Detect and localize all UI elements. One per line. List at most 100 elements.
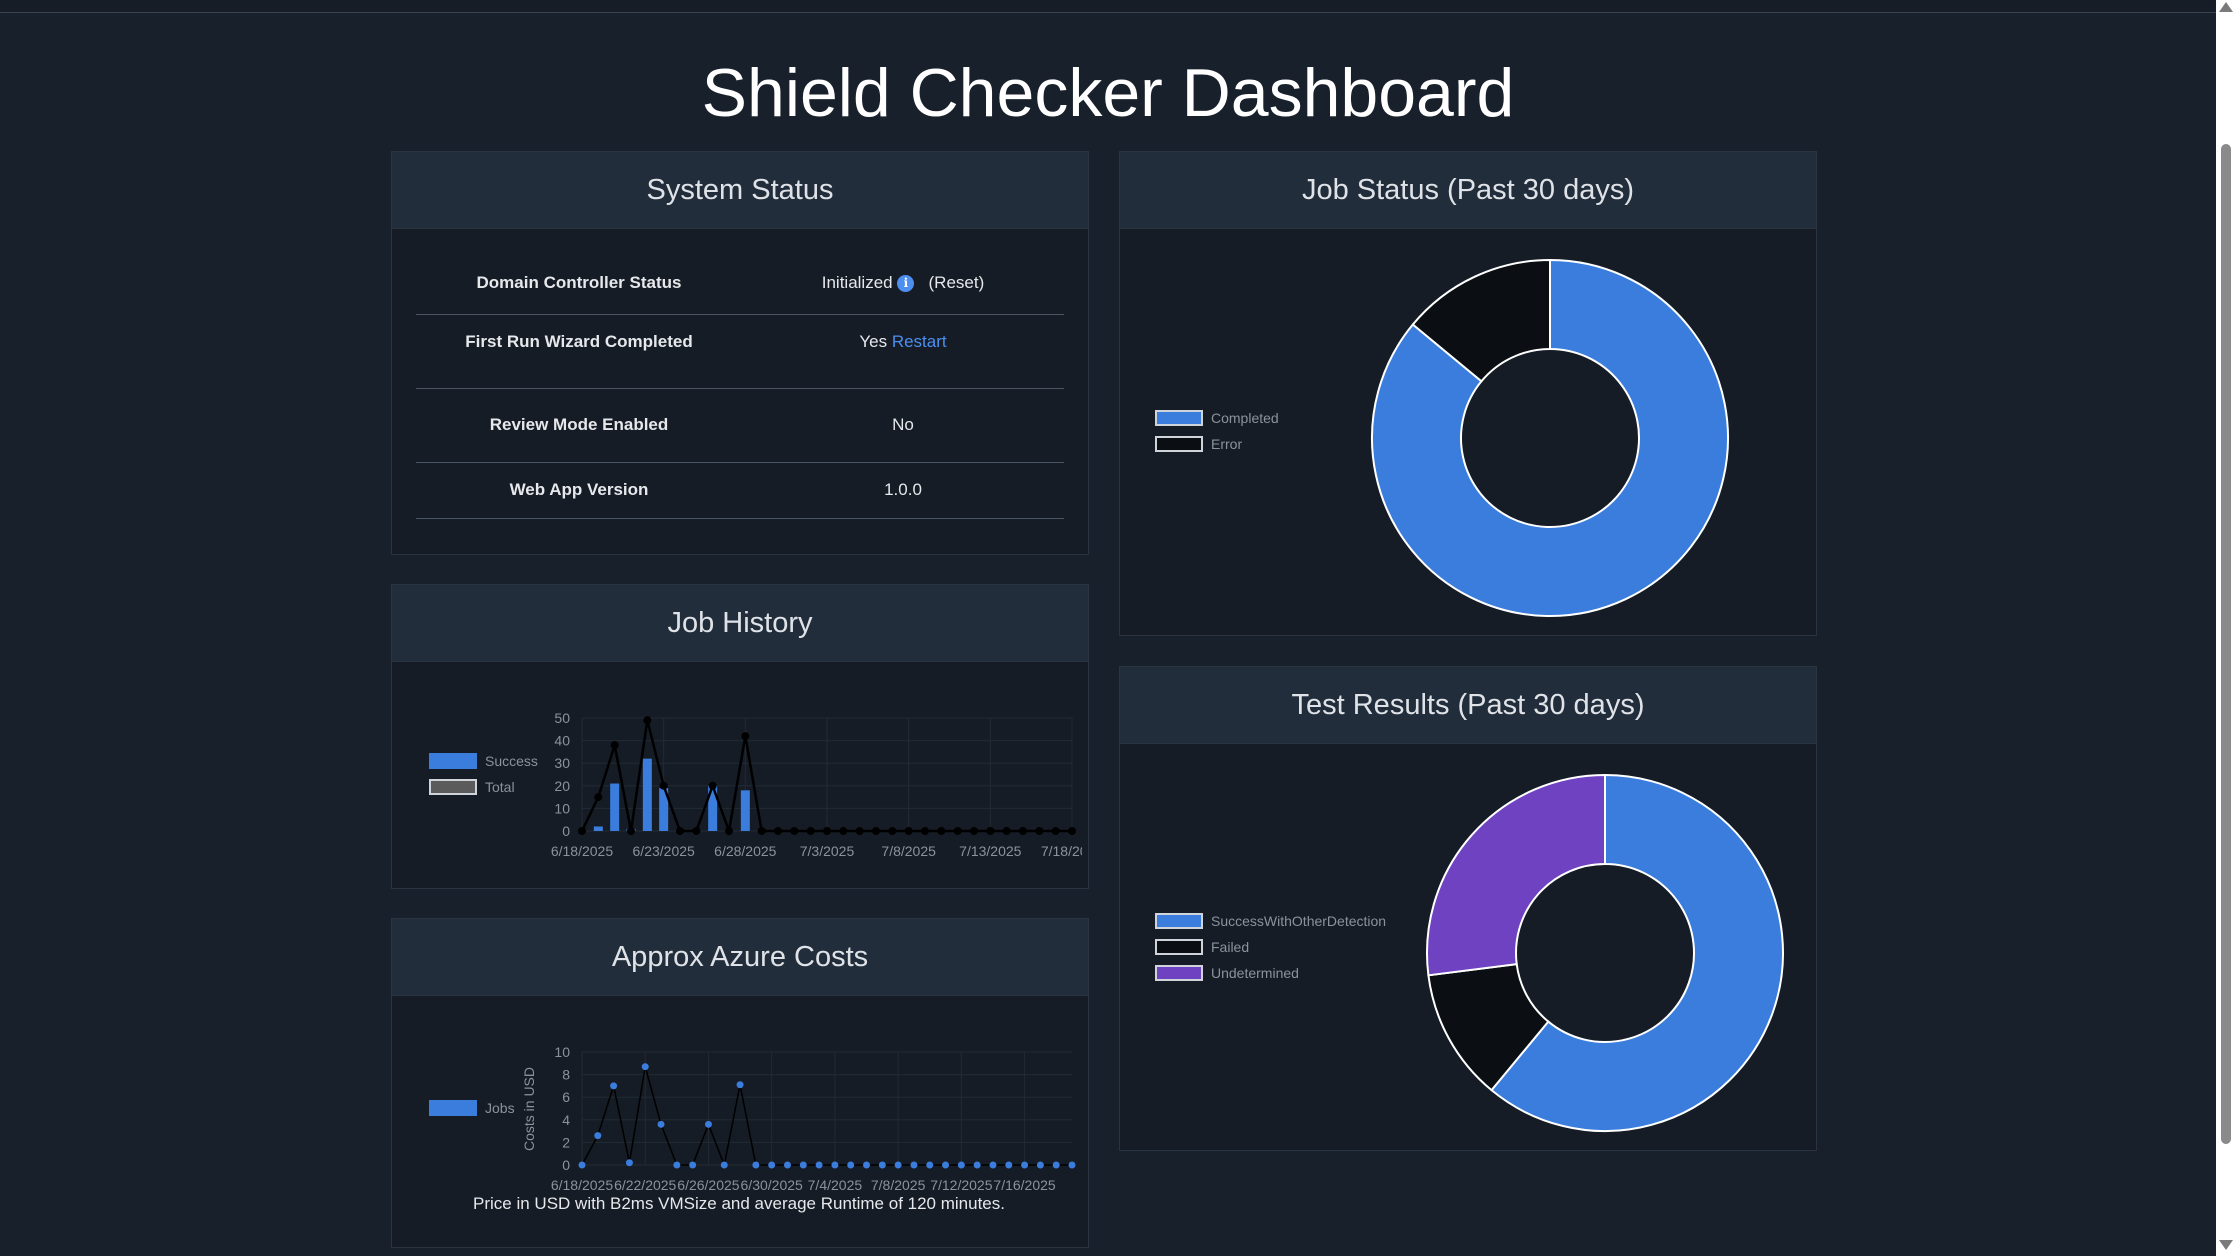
legend-item-total[interactable]: Total (429, 774, 538, 800)
total-point (692, 827, 701, 835)
y-tick-label: 2 (562, 1134, 570, 1150)
restart-link[interactable]: Restart (892, 332, 947, 351)
total-point (904, 827, 913, 835)
total-point (725, 827, 733, 835)
total-point (741, 732, 750, 741)
y-tick-label: 50 (554, 710, 570, 726)
x-tick-label: 6/26/2025 (677, 1177, 739, 1193)
legend-item-completed[interactable]: Completed (1155, 405, 1279, 431)
legend-item-jobs[interactable]: Jobs (429, 1095, 515, 1121)
total-point (921, 827, 929, 835)
x-tick-label: 6/23/2025 (633, 843, 695, 859)
status-value: 1.0.0 (742, 462, 1064, 519)
donut-slice-undetermined (1426, 773, 1606, 977)
total-point (643, 716, 652, 725)
legend-label: Total (485, 779, 515, 795)
total-point (659, 781, 668, 790)
total-point (594, 793, 603, 802)
jobs-cost-point (783, 1161, 791, 1169)
jobs-cost-point (657, 1120, 665, 1128)
y-tick-label: 8 (562, 1067, 570, 1083)
jobs-cost-line (581, 1066, 1072, 1168)
jobs-cost-point (1068, 1161, 1076, 1169)
total-point (855, 827, 864, 835)
jobs-cost-point (910, 1161, 918, 1169)
first-run-wizard-value: Yes (859, 331, 888, 351)
legend-label: Jobs (485, 1100, 515, 1116)
scroll-down-arrow-icon[interactable] (2219, 1240, 2233, 1250)
jobs-cost-point (704, 1120, 712, 1128)
reset-link[interactable]: (Reset) (929, 273, 985, 292)
legend-swatch-completed (1155, 410, 1203, 426)
job-status-title: Job Status (Past 30 days) (1120, 152, 1816, 229)
total-point (888, 827, 897, 835)
jobs-cost-point (1036, 1161, 1044, 1169)
total-point (806, 827, 815, 835)
legend-label: Success (485, 753, 538, 769)
legend-swatch-undetermined (1155, 965, 1203, 981)
total-point (986, 827, 995, 835)
azure-costs-chart: 0 2 4 6 8 10 6/18/2025 6/22/2025 6/26/2025 6/30/2… (522, 1044, 1076, 1193)
jobs-cost-point (942, 1161, 950, 1169)
job-history-legend: Success Total (429, 748, 538, 800)
jobs-cost-point (878, 1161, 886, 1169)
x-tick-label: 6/18/2025 (551, 843, 613, 859)
legend-item-failed[interactable]: Failed (1155, 934, 1386, 960)
x-tick-label: 7/13/2025 (959, 843, 1021, 859)
legend-label: Completed (1211, 410, 1279, 426)
total-point (1002, 827, 1011, 835)
x-tick-label: 6/28/2025 (714, 843, 776, 859)
jobs-cost-point (1052, 1161, 1060, 1169)
success-bar (740, 790, 750, 831)
legend-item-undetermined[interactable]: Undetermined (1155, 960, 1386, 986)
jobs-cost-point (720, 1161, 728, 1169)
y-tick-label: 4 (562, 1112, 570, 1128)
jobs-cost-point (1021, 1161, 1029, 1169)
status-label: Review Mode Enabled (416, 388, 742, 463)
job-status-card: Job Status (Past 30 days) Completed Erro… (1119, 151, 1817, 636)
legend-item-success-other[interactable]: SuccessWithOtherDetection (1155, 908, 1386, 934)
x-tick-label: 7/12/2025 (930, 1177, 992, 1193)
y-tick-label: 10 (554, 800, 570, 816)
info-circle-icon[interactable]: i (897, 274, 915, 292)
legend-label: Error (1211, 436, 1243, 452)
jobs-cost-point (625, 1159, 633, 1167)
scroll-up-arrow-icon[interactable] (2219, 2, 2233, 12)
status-row-review-mode: Review Mode Enabled No (416, 388, 1064, 463)
legend-item-success[interactable]: Success (429, 748, 538, 774)
total-point (627, 827, 635, 835)
x-tick-label: 7/16/2025 (993, 1177, 1055, 1193)
total-point (953, 827, 962, 835)
jobs-cost-point (673, 1161, 681, 1169)
jobs-cost-point (957, 1161, 965, 1169)
legend-label: SuccessWithOtherDetection (1211, 913, 1387, 929)
x-tick-label: 6/18/2025 (551, 1177, 613, 1193)
job-history-title: Job History (392, 585, 1088, 662)
scrollbar-thumb[interactable] (2221, 144, 2231, 1144)
test-results-legend: SuccessWithOtherDetection Failed Undeter… (1155, 908, 1386, 986)
test-results-card: Test Results (Past 30 days) SuccessWithO… (1119, 666, 1817, 1151)
browser-top-bar (0, 0, 2216, 13)
total-point (774, 827, 782, 835)
total-point (872, 827, 880, 835)
x-tick-label: 6/22/2025 (614, 1177, 676, 1193)
status-label: First Run Wizard Completed (416, 314, 742, 389)
success-bar (610, 783, 620, 831)
total-point (610, 741, 619, 750)
job-status-legend: Completed Error (1155, 405, 1279, 457)
status-row-first-run-wizard: First Run Wizard Completed Yes Restart (416, 314, 1064, 389)
legend-label: Failed (1211, 939, 1250, 955)
total-point (1051, 827, 1060, 835)
y-tick-label: 40 (554, 733, 570, 749)
jobs-cost-point (831, 1161, 839, 1169)
legend-item-error[interactable]: Error (1155, 431, 1279, 457)
jobs-cost-point (689, 1161, 697, 1169)
legend-swatch-total (429, 779, 477, 795)
jobs-cost-point (847, 1161, 855, 1169)
x-tick-label: 6/30/2025 (741, 1177, 803, 1193)
total-point (1068, 827, 1076, 835)
jobs-cost-point (768, 1161, 776, 1169)
status-row-domain-controller: Domain Controller Status Initialized i (… (416, 252, 1064, 315)
legend-label: Undetermined (1211, 965, 1299, 981)
jobs-cost-point (799, 1161, 807, 1169)
